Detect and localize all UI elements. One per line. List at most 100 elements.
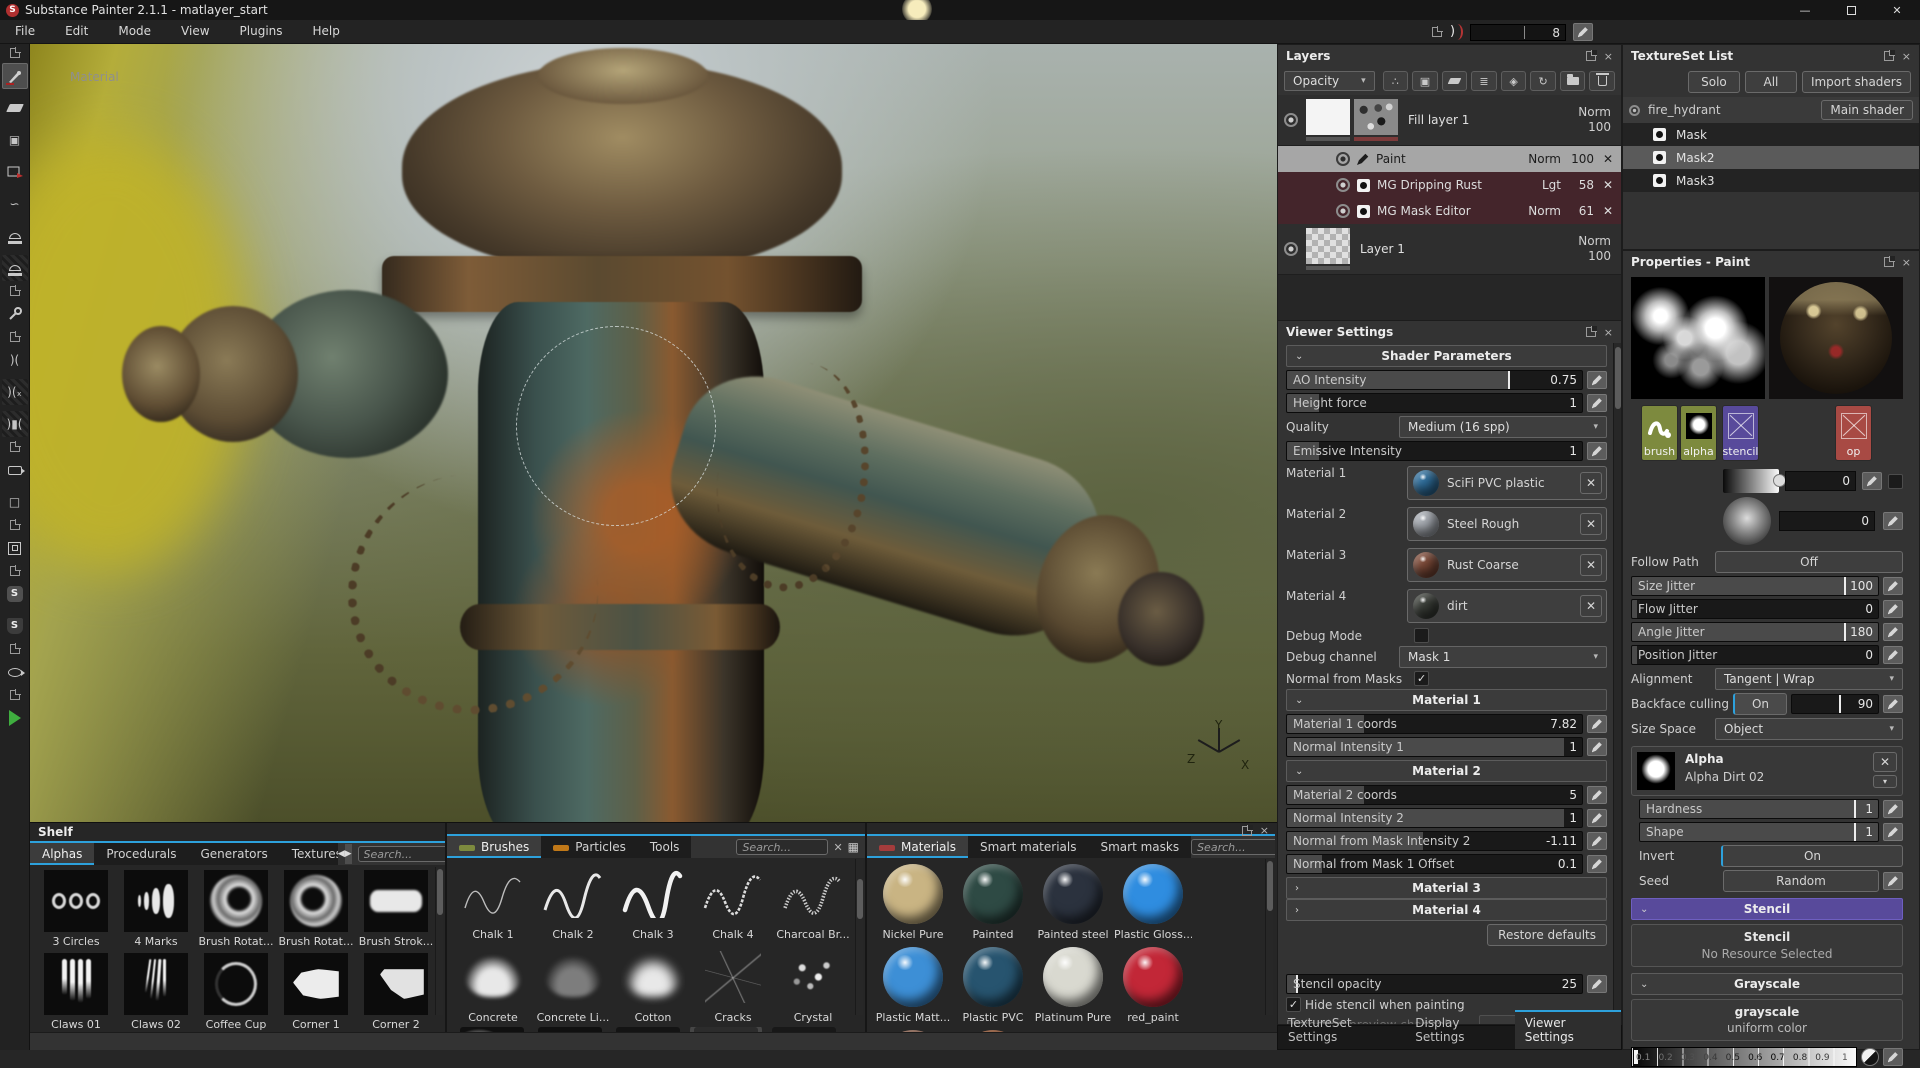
stencil-section-header[interactable]: ⌄Stencil [1631, 898, 1903, 920]
tab-scroll-left-icon[interactable]: ◀ [338, 844, 345, 864]
clear-search-icon[interactable]: ✕ [833, 841, 842, 854]
plugin-play-icon[interactable] [2, 705, 28, 731]
remove-effect-icon[interactable]: ✕ [1601, 152, 1615, 166]
effect-blend[interactable]: Norm [1521, 204, 1561, 218]
brush-tool-button[interactable]: brush [1641, 405, 1678, 461]
stencil-tool-button[interactable]: stencil [1722, 405, 1759, 461]
edit-value-button[interactable] [1587, 975, 1607, 993]
brush-item[interactable]: Chalk 1 [454, 863, 532, 941]
alpha-item[interactable]: Brush Rotat... [277, 870, 355, 948]
layer-row-fill-layer-1[interactable]: Fill layer 1 Norm 100 [1278, 95, 1621, 146]
edit-value-button[interactable] [1587, 738, 1607, 756]
size-space-dropdown[interactable]: Object▾ [1715, 718, 1903, 740]
flow-jitter-slider[interactable]: Flow Jitter0 [1631, 599, 1879, 619]
contrast-icon[interactable] [1861, 1048, 1879, 1066]
projection-mode-icon[interactable] [2, 535, 28, 561]
tab-display-settings[interactable]: Display Settings [1405, 1012, 1514, 1049]
environment-preview-thumbnail[interactable] [1769, 277, 1903, 399]
alpha-resource-thumbnail[interactable] [1637, 752, 1675, 790]
edit-value-button[interactable] [1883, 623, 1903, 641]
material-picker-tool-icon[interactable] [2, 301, 28, 327]
alpha-item[interactable]: Coffee Cup [197, 953, 275, 1031]
polygon-fill-tool-icon[interactable] [2, 159, 28, 185]
visibility-eye-icon[interactable] [1284, 242, 1298, 256]
height-force-slider[interactable]: Height force1 [1286, 393, 1583, 413]
follow-path-button[interactable]: Off [1715, 551, 1903, 573]
normal-from-masks-checkbox[interactable]: ✓ [1414, 671, 1429, 686]
edit-value-button[interactable] [1883, 646, 1903, 664]
detach-icon[interactable] [2, 519, 28, 531]
material-item[interactable]: Plastic Gloss... [1114, 863, 1192, 941]
detach-icon[interactable] [2, 285, 28, 297]
normal-from-mask-1-offset-slider[interactable]: Normal from Mask 1 Offset0.1 [1286, 854, 1583, 874]
edit-value-button[interactable] [1587, 715, 1607, 733]
alpha-preview-thumbnail[interactable] [1631, 277, 1765, 399]
alignment-dropdown[interactable]: Tangent | Wrap▾ [1715, 668, 1903, 690]
tab-textureset-settings[interactable]: TextureSet Settings [1278, 1012, 1405, 1049]
visibility-eye-icon[interactable] [1284, 113, 1298, 127]
clear-material-button[interactable]: ✕ [1580, 595, 1602, 617]
brush-item[interactable]: Charcoal Br... [774, 863, 852, 941]
material-item[interactable]: Painted steel [1034, 863, 1112, 941]
layer-opacity[interactable]: 100 [1578, 120, 1611, 135]
brush-item[interactable]: Concrete Li... [534, 946, 612, 1024]
alpha-item[interactable]: Claws 02 [117, 953, 195, 1031]
effect-row-mg-mask-editor[interactable]: MG Mask Editor Norm 61 ✕ [1278, 198, 1621, 224]
clear-alpha-button[interactable]: ✕ [1873, 752, 1897, 772]
add-smart-material-button[interactable]: ↻ [1530, 71, 1556, 91]
menu-file[interactable]: File [0, 20, 50, 43]
effect-row-paint[interactable]: Paint Norm 100 ✕ [1278, 146, 1621, 172]
materials-scrollbar[interactable] [1265, 859, 1273, 1015]
effect-blend[interactable]: Norm [1521, 152, 1561, 166]
edit-value-button[interactable] [1587, 809, 1607, 827]
solo-button[interactable]: Solo [1688, 71, 1740, 93]
tab-smart-materials[interactable]: Smart materials [968, 836, 1088, 858]
layer-blend[interactable]: Norm [1578, 105, 1611, 120]
symmetry-uv-icon[interactable]: )▮( [2, 411, 28, 437]
shape-slider[interactable]: Shape1 [1639, 822, 1879, 842]
backface-culling-toggle[interactable]: On [1733, 693, 1787, 715]
symmetry-x-icon[interactable]: )(ₓ [2, 379, 28, 405]
invert-toggle[interactable]: On [1721, 845, 1903, 867]
material-item[interactable]: Platinum Pure [1034, 946, 1112, 1024]
tab-textures[interactable]: Textures [280, 843, 338, 865]
normal-intensity-2-slider[interactable]: Normal Intensity 21 [1286, 808, 1583, 828]
edit-value-button[interactable] [1862, 472, 1882, 490]
add-fill-layer-button[interactable]: ◈ [1501, 71, 1527, 91]
grayscale-resource-box[interactable]: grayscale uniform color [1631, 999, 1903, 1041]
smudge-tool-icon[interactable]: ∽ [2, 191, 28, 217]
tab-generators[interactable]: Generators [189, 843, 280, 865]
clone-tool-icon[interactable] [2, 223, 28, 249]
flow-gradient-slider[interactable] [1723, 469, 1779, 493]
close-icon[interactable]: × [1604, 50, 1613, 63]
detach-icon[interactable] [1884, 51, 1894, 61]
tab-particles[interactable]: Particles [541, 836, 638, 858]
delete-layer-button[interactable] [1589, 71, 1615, 91]
emissive-intensity-slider[interactable]: Emissive Intensity1 [1286, 441, 1583, 461]
grayscale-section-header[interactable]: ⌄Grayscale [1631, 973, 1903, 995]
material-3-section-header[interactable]: ›Material 3 [1286, 877, 1607, 899]
tab-alphas[interactable]: Alphas [30, 843, 94, 865]
visibility-eye-icon[interactable] [1336, 204, 1350, 218]
alpha-item[interactable]: 3 Circles [37, 870, 115, 948]
paint-tool-icon[interactable] [2, 63, 28, 89]
add-folder-button[interactable] [1560, 71, 1586, 91]
detach-icon[interactable] [2, 331, 28, 343]
debug-mode-checkbox[interactable] [1414, 628, 1429, 643]
seed-random-button[interactable]: Random [1723, 870, 1879, 892]
alpha-item[interactable]: 4 Marks [117, 870, 195, 948]
mask-row-selected[interactable]: Mask2 [1623, 146, 1919, 169]
close-icon[interactable]: × [1902, 50, 1911, 63]
material-4-picker[interactable]: dirt ✕ [1407, 589, 1607, 623]
viewer-scrollbar[interactable] [1613, 343, 1621, 1024]
hide-stencil-checkbox[interactable]: ✓ [1286, 997, 1301, 1012]
clone-source-tool-icon[interactable] [2, 255, 28, 281]
edit-value-button[interactable] [1883, 695, 1903, 713]
clear-material-button[interactable]: ✕ [1580, 554, 1602, 576]
material-item[interactable]: Plastic Matt... [874, 946, 952, 1024]
menu-mode[interactable]: Mode [103, 20, 166, 43]
close-button[interactable]: ✕ [1874, 0, 1920, 20]
add-layer-button[interactable]: ≣ [1471, 71, 1497, 91]
edit-value-button[interactable] [1883, 577, 1903, 595]
substance-source-icon[interactable]: S [2, 581, 28, 607]
